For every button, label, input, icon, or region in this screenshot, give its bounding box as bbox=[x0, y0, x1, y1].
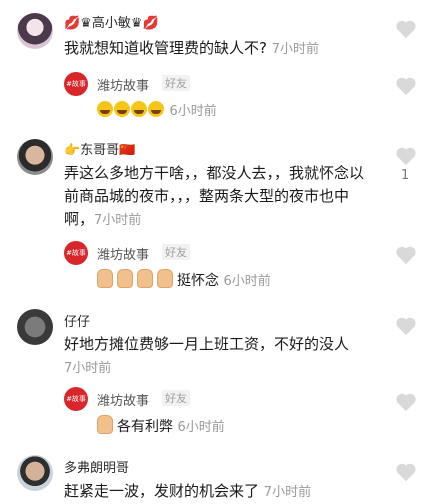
reply-avatar[interactable]: #故事 bbox=[64, 387, 88, 411]
friend-badge: 好友 bbox=[162, 244, 190, 260]
reply-username[interactable]: 潍坊故事 bbox=[97, 75, 149, 94]
comment-text: 弄这么多地方干啥，，都没人去，，我就怀念以前商品城的夜市，，，整两条大型的夜市也… bbox=[64, 162, 374, 232]
reply-item: #故事 潍坊故事 好友 各有利弊 6小时前 bbox=[64, 387, 404, 439]
reply-time: 6小时前 bbox=[223, 274, 271, 289]
reply-username[interactable]: 潍坊故事 bbox=[97, 244, 149, 263]
comment-time: 7小时前 bbox=[64, 361, 112, 376]
comment-username[interactable]: 仔仔 bbox=[64, 311, 90, 330]
reply-item: #故事 潍坊故事 好友 挺怀念 6小时前 bbox=[64, 241, 404, 293]
comment-text: 赶紧走一波，发财的机会来了 7小时前 bbox=[64, 480, 374, 504]
avatar[interactable] bbox=[17, 13, 53, 49]
heart-icon[interactable] bbox=[395, 146, 417, 166]
comment-time: 7小时前 bbox=[94, 213, 142, 228]
reply-avatar[interactable]: #故事 bbox=[64, 72, 88, 96]
reply-avatar[interactable]: #故事 bbox=[64, 241, 88, 265]
reply-body: 挺怀念 6小时前 bbox=[97, 269, 271, 290]
friend-badge: 好友 bbox=[162, 75, 190, 91]
reply-text: 挺怀念 bbox=[177, 273, 219, 289]
avatar[interactable] bbox=[17, 139, 53, 175]
comment-username[interactable]: 👉东哥哥🇨🇳 bbox=[64, 139, 135, 158]
comment-username[interactable]: 多弗朗明哥 bbox=[64, 457, 129, 476]
heart-icon[interactable] bbox=[395, 316, 417, 336]
avatar[interactable] bbox=[17, 309, 53, 345]
comment-time: 7小时前 bbox=[271, 42, 320, 57]
friend-badge: 好友 bbox=[162, 390, 190, 406]
like-count: 1 bbox=[401, 168, 410, 183]
reply-time: 6小时前 bbox=[177, 420, 225, 435]
comment-username[interactable]: 💋♛高小敏♛💋 bbox=[64, 12, 159, 31]
heart-icon[interactable] bbox=[395, 392, 417, 412]
reply-username[interactable]: 潍坊故事 bbox=[97, 390, 149, 409]
folded-hands-emoji-icon bbox=[97, 415, 117, 435]
comment-body: 赶紧走一波，发财的机会来了 bbox=[64, 482, 260, 500]
comment-text: 好地方摊位费够一月上班工资，不好的没人 7小时前 bbox=[64, 333, 374, 380]
heart-icon[interactable] bbox=[395, 462, 417, 482]
reply-item: #故事 潍坊故事 好友 6小时前 bbox=[64, 72, 404, 124]
comment-body: 我就想知道收管理费的缺人不? bbox=[64, 39, 267, 57]
reply-text: 各有利弊 bbox=[117, 419, 173, 435]
avatar[interactable] bbox=[17, 455, 53, 491]
heart-icon[interactable] bbox=[395, 245, 417, 265]
reply-body: 6小时前 bbox=[97, 100, 217, 119]
comment-body: 好地方摊位费够一月上班工资，不好的没人 bbox=[64, 335, 350, 353]
reply-time: 6小时前 bbox=[169, 104, 217, 119]
reply-body: 各有利弊 6小时前 bbox=[97, 415, 225, 436]
comment-text: 我就想知道收管理费的缺人不? 7小时前 bbox=[64, 37, 374, 61]
comment-time: 7小时前 bbox=[263, 485, 312, 500]
laughing-crying-emoji-icon bbox=[97, 101, 165, 119]
folded-hands-emoji-icon bbox=[97, 269, 177, 289]
heart-icon[interactable] bbox=[395, 19, 417, 39]
heart-icon[interactable] bbox=[395, 76, 417, 96]
